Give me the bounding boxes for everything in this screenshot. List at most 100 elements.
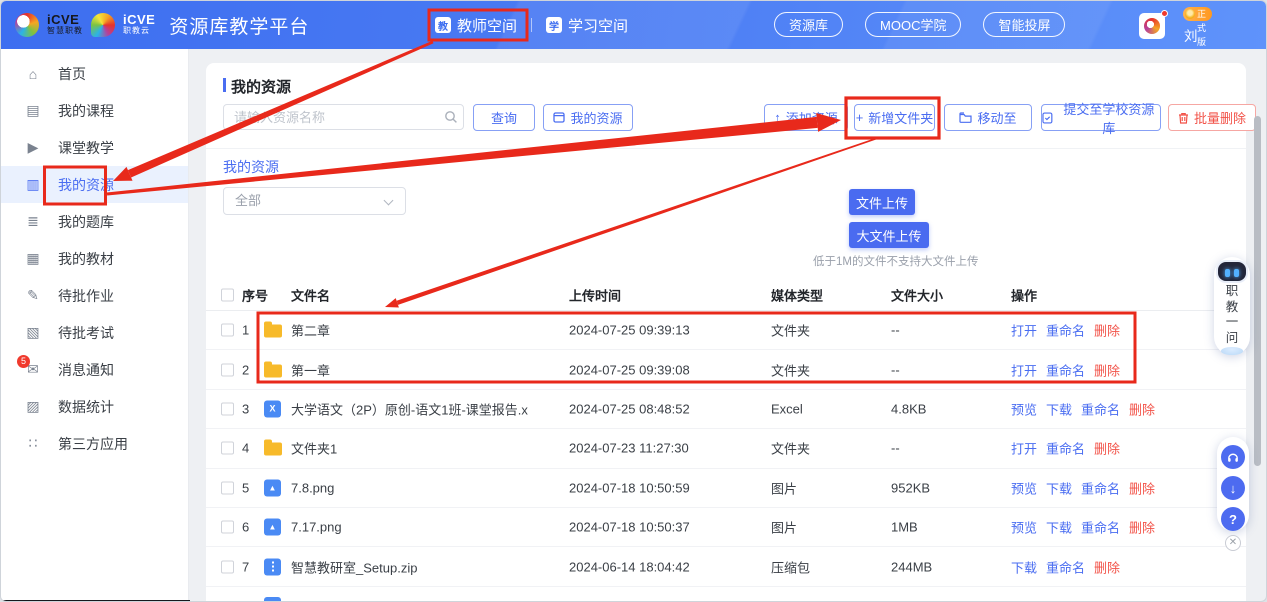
file-size: -- <box>891 323 900 338</box>
notification-badge: 5 <box>17 355 30 368</box>
row-index: 1 <box>242 323 249 338</box>
cloud-icon <box>1221 347 1243 355</box>
pill-smart-casting[interactable]: 智能投屏 <box>983 12 1065 37</box>
action-link[interactable]: 删除 <box>1094 557 1120 576</box>
action-link[interactable]: 重命名 <box>1046 439 1085 458</box>
media-type: 图片 <box>771 518 797 537</box>
action-link[interactable]: 删除 <box>1129 399 1155 418</box>
robot-icon <box>1218 262 1246 281</box>
file-icon-cell <box>264 362 282 377</box>
action-link[interactable]: 删除 <box>1129 478 1155 497</box>
breadcrumb[interactable]: 我的资源 <box>223 157 279 177</box>
action-link[interactable]: 删除 <box>1094 439 1120 458</box>
pill-resource-library[interactable]: 资源库 <box>774 12 843 37</box>
sidebar-item-textbooks[interactable]: ▦我的教材 <box>1 240 188 277</box>
logo-area: iCVE 智慧职教 iCVE 职教云 资源库教学平台 <box>15 1 309 49</box>
row-checkbox[interactable] <box>221 481 234 494</box>
row-index: 7 <box>242 559 249 574</box>
file-upload-button[interactable]: 文件上传 <box>849 189 915 215</box>
batch-delete-button[interactable]: 批量删除 <box>1168 104 1256 131</box>
submit-to-school-button[interactable]: 提交至学校资源库 <box>1041 104 1161 131</box>
new-folder-button[interactable]: + 新增文件夹 <box>854 104 935 131</box>
action-link[interactable]: 打开 <box>1011 360 1037 379</box>
large-file-upload-button[interactable]: 大文件上传 <box>849 222 929 248</box>
pill-mooc-college[interactable]: MOOC学院 <box>865 12 961 37</box>
search-input[interactable] <box>223 104 464 130</box>
action-link[interactable]: 重命名 <box>1081 478 1120 497</box>
table-row: 4文件夹12024-07-23 11:27:30文件夹--打开重命名删除 <box>206 429 1246 468</box>
action-link[interactable]: 预览 <box>1011 518 1037 537</box>
my-resources-button[interactable]: 我的资源 <box>543 104 633 131</box>
row-checkbox-cell <box>221 363 234 376</box>
row-index: 6 <box>242 520 249 535</box>
file-upload-label: 文件上传 <box>856 193 908 212</box>
add-resource-button[interactable]: ↑ 添加资源 <box>764 104 848 131</box>
upload-arrow-icon: ↑ <box>774 110 781 125</box>
nav-teacher-space[interactable]: 教教师空间 <box>435 15 517 36</box>
help-icon[interactable]: ? <box>1221 507 1245 531</box>
query-button[interactable]: 查询 <box>473 104 535 131</box>
sidebar-item-messages[interactable]: ✉消息通知5 <box>1 351 188 388</box>
file-size: -- <box>891 362 900 377</box>
action-link[interactable]: 打开 <box>1011 439 1037 458</box>
customer-service-icon[interactable] <box>1221 445 1245 469</box>
select-all-checkbox[interactable] <box>221 288 234 301</box>
action-link[interactable]: 打开 <box>1011 321 1037 340</box>
action-link[interactable]: 删除 <box>1129 518 1155 537</box>
media-type: 文件夹 <box>771 321 810 340</box>
column-header: 序号 <box>242 285 268 304</box>
action-link[interactable]: 重命名 <box>1081 518 1120 537</box>
action-link[interactable]: 下载 <box>1011 557 1037 576</box>
row-checkbox[interactable] <box>221 363 234 376</box>
sidebar-item-label: 消息通知 <box>58 360 114 380</box>
action-link[interactable]: 下载 <box>1046 478 1072 497</box>
sidebar-item-exams[interactable]: ▧待批考试 <box>1 314 188 351</box>
sidebar-item-courses[interactable]: ▤我的课程 <box>1 92 188 129</box>
action-link[interactable]: 重命名 <box>1046 321 1085 340</box>
row-checkbox[interactable] <box>221 442 234 455</box>
sidebar-item-home[interactable]: ⌂首页 <box>1 55 188 92</box>
scrollbar[interactable] <box>1254 116 1261 466</box>
sidebar-item-label: 我的题库 <box>58 212 114 232</box>
row-checkbox[interactable] <box>221 402 234 415</box>
row-checkbox[interactable] <box>221 324 234 337</box>
question-bank-icon: ≣ <box>24 213 42 230</box>
user-menu[interactable]: 刘宵宁 <box>1184 25 1210 49</box>
sidebar-item-resources[interactable]: ▥我的资源 <box>1 166 188 203</box>
nav-learning-space[interactable]: 学学习空间 <box>546 15 628 36</box>
sidebar-item-classroom[interactable]: ▶课堂教学 <box>1 129 188 166</box>
move-to-button[interactable]: 移动至 <box>944 104 1032 131</box>
close-toolbar-button[interactable]: ✕ <box>1225 535 1241 551</box>
action-link[interactable]: 删除 <box>1094 360 1120 379</box>
row-checkbox[interactable] <box>221 560 234 573</box>
chevron-down-icon <box>384 196 394 206</box>
avatar-logo-icon <box>1144 18 1160 34</box>
action-link[interactable]: 重命名 <box>1046 360 1085 379</box>
action-link[interactable]: 下载 <box>1046 399 1072 418</box>
row-checkbox[interactable] <box>221 521 234 534</box>
sidebar-item-homework[interactable]: ✎待批作业 <box>1 277 188 314</box>
file-icon-cell <box>264 323 282 338</box>
sidebar-item-third-party[interactable]: ∷第三方应用 <box>1 425 188 462</box>
file-icon-cell <box>264 519 281 536</box>
action-link[interactable]: 重命名 <box>1081 399 1120 418</box>
download-icon[interactable]: ↓ <box>1221 476 1245 500</box>
table-row: 1第二章2024-07-25 09:39:13文件夹--打开重命名删除 <box>206 311 1246 350</box>
file-size: 952KB <box>891 480 930 495</box>
sidebar-item-question-bank[interactable]: ≣ 我的题库 <box>1 203 188 240</box>
learning-space-icon: 学 <box>546 17 562 33</box>
ai-assistant-widget[interactable]: 职教一问 <box>1214 257 1250 355</box>
action-link[interactable]: 预览 <box>1011 399 1037 418</box>
sidebar-item-label: 我的教材 <box>58 249 114 269</box>
media-type: Excel <box>771 401 803 416</box>
filter-dropdown[interactable]: 全部 <box>223 187 406 215</box>
action-link[interactable]: 删除 <box>1094 321 1120 340</box>
avatar[interactable] <box>1139 13 1165 39</box>
sidebar-item-statistics[interactable]: ▨数据统计 <box>1 388 188 425</box>
sidebar-item-label: 待批作业 <box>58 286 114 306</box>
batch-delete-label: 批量删除 <box>1194 108 1246 127</box>
action-link[interactable]: 重命名 <box>1046 557 1085 576</box>
action-link[interactable]: 下载 <box>1046 518 1072 537</box>
action-link[interactable]: 预览 <box>1011 478 1037 497</box>
medal-icon <box>1185 9 1195 19</box>
